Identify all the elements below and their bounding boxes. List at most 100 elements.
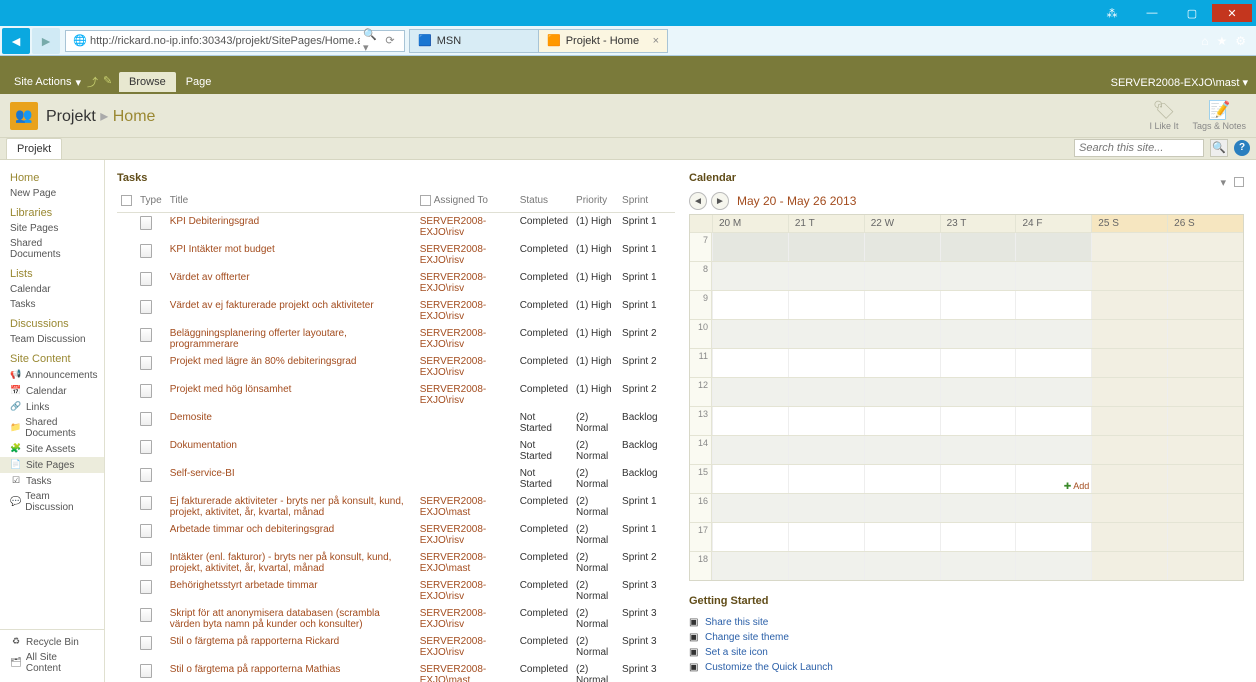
calendar-cell[interactable] xyxy=(1091,407,1167,435)
assigned-link[interactable]: SERVER2008-EXJO\risv xyxy=(420,216,487,238)
calendar-cell[interactable] xyxy=(1167,320,1243,348)
calendar-cell[interactable] xyxy=(940,552,1016,580)
calendar-cell[interactable] xyxy=(864,320,940,348)
calendar-cell[interactable] xyxy=(1167,494,1243,522)
assigned-link[interactable]: SERVER2008-EXJO\mast xyxy=(420,552,487,574)
calendar-day-header[interactable]: 20 M xyxy=(712,215,788,232)
tags-notes-button[interactable]: 📝Tags & Notes xyxy=(1192,100,1246,131)
calendar-cell[interactable] xyxy=(1091,233,1167,261)
calendar-cell[interactable] xyxy=(864,349,940,377)
calendar-day-header[interactable]: 26 S xyxy=(1167,215,1243,232)
calendar-cell[interactable] xyxy=(864,407,940,435)
calendar-cell[interactable] xyxy=(864,262,940,290)
calendar-day-header[interactable]: 25 S xyxy=(1091,215,1167,232)
calendar-cell[interactable] xyxy=(712,465,788,493)
calendar-cell[interactable] xyxy=(788,523,864,551)
address-bar[interactable]: 🌐 🔍 ▾ ⟳ xyxy=(65,30,405,52)
calendar-cell[interactable] xyxy=(788,494,864,522)
calendar-cell[interactable] xyxy=(940,465,1016,493)
nav-item[interactable]: Site Assets xyxy=(0,441,104,457)
calendar-cell[interactable] xyxy=(788,407,864,435)
calendar-cell[interactable] xyxy=(1015,494,1091,522)
close-button[interactable]: ✕ xyxy=(1212,4,1252,22)
task-title-link[interactable]: Self-service-BI xyxy=(170,468,235,479)
table-row[interactable]: Projekt med lägre än 80% debiteringsgrad… xyxy=(117,353,675,381)
calendar-cell[interactable] xyxy=(1015,378,1091,406)
table-row[interactable]: Behörighetsstyrt arbetade timmarSERVER20… xyxy=(117,577,675,605)
calendar-cell[interactable] xyxy=(712,407,788,435)
task-title-link[interactable]: Projekt med lägre än 80% debiteringsgrad xyxy=(170,356,357,367)
calendar-cell[interactable] xyxy=(940,320,1016,348)
task-title-link[interactable]: Intäkter (enl. fakturor) - bryts ner på … xyxy=(170,552,392,574)
calendar-cell[interactable] xyxy=(788,378,864,406)
task-title-link[interactable]: Värdet av ej fakturerade projekt och akt… xyxy=(170,300,374,311)
assigned-link[interactable]: SERVER2008-EXJO\risv xyxy=(420,580,487,602)
assigned-link[interactable]: SERVER2008-EXJO\risv xyxy=(420,356,487,378)
calendar-cell[interactable] xyxy=(940,233,1016,261)
table-row[interactable]: Skript för att anonymisera databasen (sc… xyxy=(117,605,675,633)
calendar-cell[interactable] xyxy=(1015,349,1091,377)
calendar-cell[interactable] xyxy=(864,291,940,319)
assigned-link[interactable]: SERVER2008-EXJO\risv xyxy=(420,244,487,266)
nav-item[interactable]: Calendar xyxy=(0,383,104,399)
calendar-cell[interactable] xyxy=(712,494,788,522)
nav-item[interactable]: Shared Documents xyxy=(0,415,104,441)
nav-item[interactable]: Team Discussion xyxy=(0,489,104,515)
table-row[interactable]: Värdet av ej fakturerade projekt och akt… xyxy=(117,297,675,325)
navigate-up-icon[interactable]: ⤴ xyxy=(87,74,103,90)
nav-item[interactable]: New Page xyxy=(0,186,104,201)
table-row[interactable]: Värdet av offterterSERVER2008-EXJO\risvC… xyxy=(117,269,675,297)
home-icon[interactable]: ⌂ xyxy=(1201,34,1208,48)
calendar-cell[interactable] xyxy=(1091,552,1167,580)
gs-link[interactable]: Set a site icon xyxy=(705,647,768,658)
assigned-link[interactable]: SERVER2008-EXJO\risv xyxy=(420,636,487,658)
calendar-cell[interactable] xyxy=(1167,523,1243,551)
task-title-link[interactable]: Värdet av offterter xyxy=(170,272,250,283)
calendar-cell[interactable] xyxy=(1167,291,1243,319)
col-sprint[interactable]: Sprint xyxy=(618,192,675,213)
calendar-cell[interactable] xyxy=(1091,378,1167,406)
hint-icon[interactable]: ⁂ xyxy=(1092,4,1132,22)
calendar-cell[interactable] xyxy=(712,320,788,348)
calendar-cell[interactable] xyxy=(788,291,864,319)
col-title[interactable]: Title xyxy=(166,192,416,213)
calendar-cell[interactable] xyxy=(1091,523,1167,551)
maximize-button[interactable]: ▢ xyxy=(1172,4,1212,22)
nav-item[interactable]: All Site Content xyxy=(0,650,104,676)
task-title-link[interactable]: Projekt med hög lönsamhet xyxy=(170,384,292,395)
assigned-link[interactable]: SERVER2008-EXJO\risv xyxy=(420,524,487,546)
table-row[interactable]: KPI Intäkter mot budgetSERVER2008-EXJO\r… xyxy=(117,241,675,269)
calendar-cell[interactable] xyxy=(864,233,940,261)
calendar-cell[interactable] xyxy=(940,262,1016,290)
table-row[interactable]: Intäkter (enl. fakturor) - bryts ner på … xyxy=(117,549,675,577)
browser-tab-msn[interactable]: 🟦 MSN xyxy=(409,29,539,53)
nav-group-head[interactable]: Discussions xyxy=(0,312,104,332)
site-logo[interactable]: 👥 xyxy=(10,102,38,130)
task-title-link[interactable]: Beläggningsplanering offerter layoutare,… xyxy=(170,328,347,350)
calendar-cell[interactable] xyxy=(1091,436,1167,464)
calendar-cell[interactable] xyxy=(788,320,864,348)
col-status[interactable]: Status xyxy=(516,192,572,213)
url-input[interactable] xyxy=(90,35,360,47)
calendar-cell[interactable] xyxy=(1167,233,1243,261)
calendar-cell[interactable] xyxy=(940,436,1016,464)
calendar-cell[interactable] xyxy=(712,552,788,580)
table-row[interactable]: DokumentationNot Started(2) NormalBacklo… xyxy=(117,437,675,465)
task-title-link[interactable]: Stil o färgtema på rapporterna Rickard xyxy=(170,636,340,647)
table-row[interactable]: Projekt med hög lönsamhetSERVER2008-EXJO… xyxy=(117,381,675,409)
calendar-cell[interactable] xyxy=(940,407,1016,435)
nav-group-head[interactable]: Home xyxy=(0,166,104,186)
cal-prev-button[interactable]: ◄ xyxy=(689,192,707,210)
nav-item[interactable]: Calendar xyxy=(0,282,104,297)
site-actions-menu[interactable]: Site Actions ▾ xyxy=(8,76,87,89)
task-title-link[interactable]: Arbetade timmar och debiteringsgrad xyxy=(170,524,335,535)
calendar-cell[interactable] xyxy=(788,349,864,377)
calendar-cell[interactable] xyxy=(1015,552,1091,580)
calendar-cell[interactable] xyxy=(864,436,940,464)
nav-item[interactable]: Shared Documents xyxy=(0,236,104,262)
calendar-cell[interactable] xyxy=(1015,262,1091,290)
breadcrumb-page[interactable]: Home xyxy=(113,108,156,125)
nav-item[interactable]: Site Pages xyxy=(0,457,104,473)
select-all-checkbox[interactable] xyxy=(121,195,132,206)
table-row[interactable]: Ej fakturerade aktiviteter - bryts ner p… xyxy=(117,493,675,521)
